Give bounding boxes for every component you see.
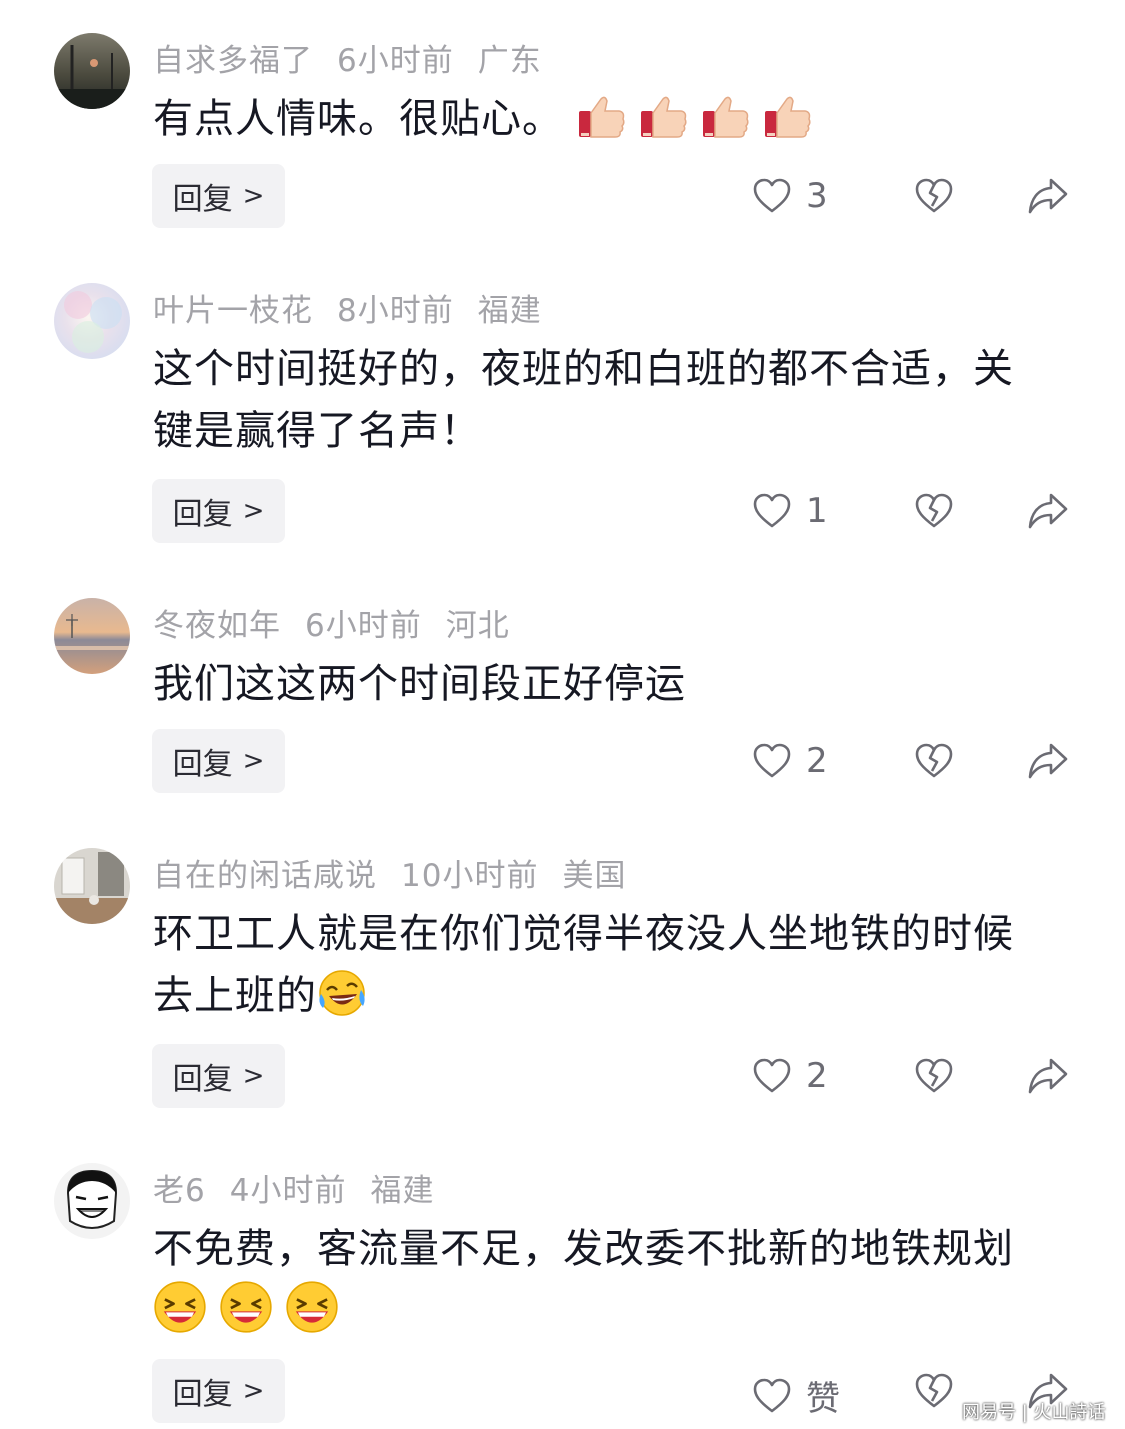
location: 河北 bbox=[445, 608, 510, 644]
laughing-crying-icon bbox=[317, 968, 367, 1018]
heart-icon bbox=[753, 493, 791, 528]
user-avatar[interactable] bbox=[54, 1163, 130, 1239]
comment-actions: 赞 bbox=[0, 1359, 1125, 1423]
comment-meta: 自在的闲话咸说 10小时前 美国 bbox=[153, 850, 650, 895]
grinning-face-icon bbox=[219, 1280, 273, 1334]
user-avatar[interactable] bbox=[54, 33, 130, 109]
timestamp: 10小时前 bbox=[401, 858, 539, 894]
share-icon bbox=[1028, 178, 1068, 214]
location: 福建 bbox=[370, 1173, 435, 1209]
heart-icon bbox=[753, 743, 791, 778]
share-button[interactable] bbox=[1027, 176, 1069, 220]
timestamp: 8小时前 bbox=[337, 293, 454, 329]
share-icon bbox=[1028, 493, 1068, 529]
thumbs-up-icon bbox=[639, 91, 689, 141]
broken-heart-icon bbox=[915, 178, 953, 213]
comment-meta: 老6 4小时前 福建 bbox=[153, 1165, 458, 1210]
like-button[interactable]: 2 bbox=[752, 741, 828, 781]
like-button[interactable]: 2 bbox=[752, 1056, 828, 1096]
username[interactable]: 自在的闲话咸说 bbox=[153, 858, 377, 894]
location: 福建 bbox=[477, 293, 542, 329]
like-button[interactable]: 1 bbox=[752, 491, 828, 531]
like-count: 1 bbox=[806, 491, 828, 531]
username[interactable]: 老6 bbox=[153, 1173, 206, 1209]
share-icon bbox=[1028, 743, 1068, 779]
comment-text: 有点人情味。很贴心。 bbox=[153, 88, 1078, 150]
grinning-face-icon bbox=[153, 1280, 207, 1334]
comment-meta: 自求多福了 6小时前 广东 bbox=[153, 35, 566, 80]
broken-heart-icon bbox=[915, 493, 953, 528]
watermark: 网易号 | 火山詩话 bbox=[962, 1402, 1106, 1423]
thumbs-up-icon bbox=[577, 91, 627, 141]
comment-text: 我们这这两个时间段正好停运 bbox=[153, 661, 686, 707]
user-avatar[interactable] bbox=[54, 283, 130, 359]
share-icon bbox=[1028, 1058, 1068, 1094]
comment-text: 不免费，客流量不足，发改委不批新的地铁规划 bbox=[153, 1218, 1078, 1343]
comment-actions: 2 bbox=[0, 1044, 1125, 1108]
username[interactable]: 冬夜如年 bbox=[153, 608, 281, 644]
thumbs-up-icon bbox=[701, 91, 751, 141]
dislike-button[interactable] bbox=[914, 176, 954, 220]
share-button[interactable] bbox=[1027, 1056, 1069, 1100]
dislike-button[interactable] bbox=[914, 1056, 954, 1100]
thumbs-up-icon bbox=[763, 91, 813, 141]
location: 美国 bbox=[562, 858, 627, 894]
like-button[interactable]: 3 bbox=[752, 176, 828, 216]
comment-text: 环卫工人就是在你们觉得半夜没人坐地铁的时候 去上班的 bbox=[153, 911, 1014, 1019]
comment-text: 这个时间挺好的，夜班的和白班的都不合适，关 键是赢得了名声！ bbox=[153, 346, 1014, 454]
comment-actions: 2 bbox=[0, 729, 1125, 793]
dislike-button[interactable] bbox=[914, 491, 954, 535]
user-avatar[interactable] bbox=[54, 848, 130, 924]
broken-heart-icon bbox=[915, 743, 953, 778]
share-button[interactable] bbox=[1027, 741, 1069, 785]
username[interactable]: 叶片一枝花 bbox=[153, 293, 313, 329]
like-count: 2 bbox=[806, 741, 828, 781]
like-count: 赞 bbox=[806, 1379, 840, 1419]
grinning-face-icon bbox=[285, 1280, 339, 1334]
dislike-button[interactable] bbox=[914, 1371, 954, 1415]
dislike-button[interactable] bbox=[914, 741, 954, 785]
location: 广东 bbox=[477, 43, 542, 79]
comment-meta: 冬夜如年 6小时前 河北 bbox=[153, 600, 534, 645]
broken-heart-icon bbox=[915, 1373, 953, 1408]
comment-actions: 3 bbox=[0, 164, 1125, 228]
like-count: 3 bbox=[806, 176, 828, 216]
heart-icon bbox=[753, 1378, 791, 1412]
like-count: 2 bbox=[806, 1056, 828, 1096]
share-button[interactable] bbox=[1027, 491, 1069, 535]
broken-heart-icon bbox=[915, 1058, 953, 1093]
timestamp: 6小时前 bbox=[337, 43, 454, 79]
comment-meta: 叶片一枝花 8小时前 福建 bbox=[153, 285, 566, 330]
heart-icon bbox=[753, 1058, 791, 1093]
like-button[interactable]: 赞 bbox=[752, 1371, 840, 1420]
timestamp: 6小时前 bbox=[305, 608, 422, 644]
heart-icon bbox=[753, 178, 791, 213]
user-avatar[interactable] bbox=[54, 598, 130, 674]
timestamp: 4小时前 bbox=[229, 1173, 347, 1209]
comment-actions: 1 bbox=[0, 479, 1125, 543]
username[interactable]: 自求多福了 bbox=[153, 43, 313, 79]
